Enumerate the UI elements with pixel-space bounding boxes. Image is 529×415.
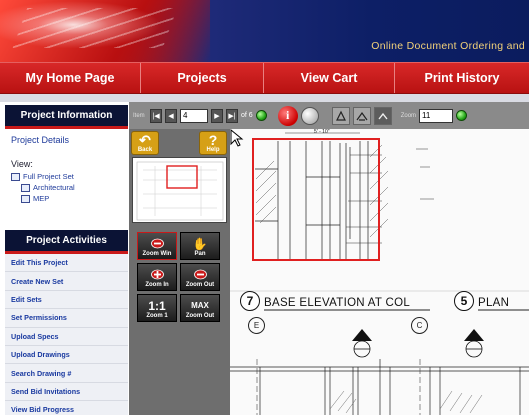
last-page-button[interactable]: ▶| xyxy=(226,108,238,123)
back-arrow-icon: ↶ xyxy=(139,132,151,148)
back-button[interactable]: ↶ Back xyxy=(131,131,159,155)
tree-item-architectural[interactable]: Architectural xyxy=(11,182,128,193)
document-tree: Full Project Set Architectural MEP xyxy=(5,169,128,204)
dimension-label: 5' - 10" xyxy=(314,129,330,135)
page-number-input[interactable] xyxy=(180,108,208,123)
next-page-button[interactable]: ▶ xyxy=(211,108,223,123)
activity-set-permissions[interactable]: Set Permissions xyxy=(5,309,128,328)
activity-create-new-set[interactable]: Create New Set xyxy=(5,272,128,291)
drawing-thumbnail[interactable] xyxy=(132,157,227,223)
folder-icon xyxy=(21,183,30,192)
project-info-header: Project Information xyxy=(5,105,128,129)
measure-tool-icon[interactable] xyxy=(352,106,371,125)
nav-print-history[interactable]: Print History xyxy=(395,63,529,93)
zoom-actual-size-button[interactable]: 1:1 Zoom 1 xyxy=(137,294,177,322)
main-nav: My Home Page Projects View Cart Print Hi… xyxy=(0,62,529,94)
base-elevation-title: BASE ELEVATION AT COL xyxy=(264,297,411,309)
info-icon[interactable]: i xyxy=(277,105,298,126)
zoom-window-button[interactable]: Zoom Win xyxy=(137,232,177,260)
hand-icon: ✋ xyxy=(192,237,208,251)
folder-icon xyxy=(11,172,20,181)
drawing-linework xyxy=(230,132,529,415)
activity-edit-project[interactable]: Edit This Project xyxy=(5,254,128,273)
pan-button[interactable]: ✋ Pan xyxy=(180,232,220,260)
prev-page-button[interactable]: ◀ xyxy=(165,108,177,123)
item-label: Item xyxy=(133,112,145,119)
viewer-toolbar: Item |◀ ◀ ▶ ▶| of 6 i Zoom xyxy=(129,102,529,129)
nav-divider xyxy=(0,94,529,102)
thumbnail-graphic xyxy=(136,161,224,221)
tree-item-mep[interactable]: MEP xyxy=(11,193,128,204)
select-tool-icon[interactable] xyxy=(373,106,392,125)
globe-icon[interactable] xyxy=(300,106,319,125)
zoom-input[interactable] xyxy=(419,108,454,123)
first-page-button[interactable]: |◀ xyxy=(150,108,162,123)
activities-list: Edit This Project Create New Set Edit Se… xyxy=(5,254,128,415)
zoom-in-button[interactable]: Zoom In xyxy=(137,263,177,291)
zoom-out-icon xyxy=(193,269,207,280)
grid-bubble-c: C xyxy=(411,317,428,334)
detail-number-7: 7 xyxy=(240,291,260,311)
arrow-cursor-icon xyxy=(230,129,244,147)
grid-bubble-e: E xyxy=(248,317,265,334)
detail-number-5: 5 xyxy=(454,291,474,311)
thumbnail-viewport[interactable] xyxy=(166,165,198,189)
tree-item-full-project-set[interactable]: Full Project Set xyxy=(11,171,128,182)
markup-tool-icon[interactable] xyxy=(331,106,350,125)
zoom-window-icon xyxy=(150,238,164,249)
activity-send-bid-invitations[interactable]: Send Bid Invitations xyxy=(5,382,128,402)
activity-upload-specs[interactable]: Upload Specs xyxy=(5,327,128,346)
help-button[interactable]: ? Help xyxy=(199,131,227,155)
zoom-out-button[interactable]: Zoom Out xyxy=(180,263,220,291)
activity-view-bid-progress[interactable]: View Bid Progress xyxy=(5,401,128,415)
nav-projects[interactable]: Projects xyxy=(141,63,264,93)
sidebar: Project Information Project Details View… xyxy=(5,105,128,415)
logo-graphic xyxy=(0,0,210,62)
tool-panel: ↶ Back ? Help Zoom Win ✋ Pan Zoom In Zoo… xyxy=(129,129,230,415)
activity-search-drawing[interactable]: Search Drawing # xyxy=(5,364,128,383)
activity-edit-sets[interactable]: Edit Sets xyxy=(5,290,128,310)
zoom-label: Zoom xyxy=(400,112,417,119)
header-tagline: Online Document Ordering and xyxy=(371,40,525,52)
zoom-in-icon xyxy=(150,269,164,280)
folder-icon xyxy=(21,194,30,203)
zoom-max-button[interactable]: MAX Zoom Out xyxy=(180,294,220,322)
page-count: of 6 xyxy=(241,112,253,119)
view-label: View: xyxy=(11,159,33,169)
help-icon: ? xyxy=(208,132,218,148)
nav-view-cart[interactable]: View Cart xyxy=(264,63,395,93)
go-zoom-button[interactable] xyxy=(456,110,468,121)
go-page-button[interactable] xyxy=(255,110,267,121)
plan-title: PLAN xyxy=(478,297,510,309)
project-details-link[interactable]: Project Details xyxy=(5,129,128,151)
project-activities-header: Project Activities xyxy=(5,230,128,254)
activity-upload-drawings[interactable]: Upload Drawings xyxy=(5,345,128,365)
nav-my-home-page[interactable]: My Home Page xyxy=(0,63,141,93)
app-header: Online Document Ordering and xyxy=(0,0,529,62)
drawing-viewer[interactable]: 5' - 10" 7 BASE ELEVATION AT COL 5 PLAN … xyxy=(230,129,529,415)
